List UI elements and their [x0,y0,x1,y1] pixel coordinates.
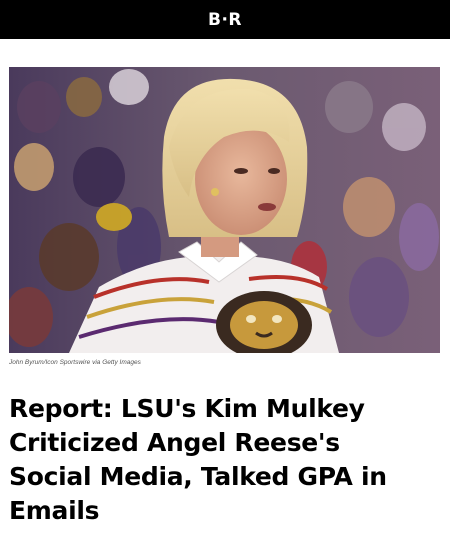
article-headline[interactable]: Report: LSU's Kim Mulkey Criticized Ange… [9,392,429,528]
article-hero-image[interactable] [9,67,440,353]
bleacher-report-logo[interactable]: B·R [208,10,242,30]
site-header: B·R [0,0,450,39]
hero-photo-illustration [9,67,440,353]
image-credit: John Byrum/Icon Sportswire via Getty Ima… [9,359,141,366]
